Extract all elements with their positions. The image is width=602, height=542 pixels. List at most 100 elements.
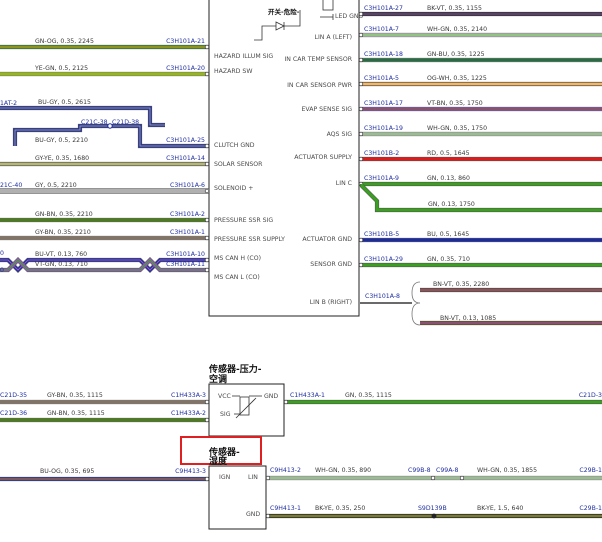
right-wire-label: BK-VT, 0.35, 1155 xyxy=(427,5,482,12)
humidity-gnd-splice: S9D139B xyxy=(418,505,447,512)
wire-terminal xyxy=(459,475,465,481)
right-wire-label: OG-WH, 0.35, 1225 xyxy=(427,75,487,82)
pressure-sensor-title1: 传感器-压力- xyxy=(208,363,262,375)
left-wire-pin: C3H101A-10 xyxy=(166,251,205,258)
wire-terminal xyxy=(204,44,210,50)
splice-dot xyxy=(431,513,437,519)
humidity-left-label: BU-OG, 0.35, 695 xyxy=(40,468,94,475)
module-right-pin-name: LIN B (RIGHT) xyxy=(310,299,352,306)
module-left-pin-name: MS CAN H (CO) xyxy=(214,255,261,262)
pressure-left-conn: C21D-35 xyxy=(0,392,27,399)
module-left-pin-name: HAZARD ILLUM SIG xyxy=(214,53,273,60)
humidity-wires: BU-OG, 0.35, 695 C9H413-3 C9H413-2 WH-GN, 0… xyxy=(0,467,602,519)
pressure-left-label: GN-BN, 0.35, 1115 xyxy=(47,410,105,417)
left-wire-label: GY-BN, 0.35, 2210 xyxy=(35,229,91,236)
wire-terminal xyxy=(204,235,210,241)
wire-terminal xyxy=(204,399,210,405)
pressure-right-end: C21D-3 xyxy=(579,392,602,399)
module-right-pin-name: LIN A (LEFT) xyxy=(315,34,352,41)
wire-terminal xyxy=(204,143,210,149)
module-left-pin-name: SOLAR SENSOR xyxy=(214,161,263,168)
module-right-pin-name: ACTUATOR GND xyxy=(302,236,352,243)
conn-c21c38: C21C-38 xyxy=(81,119,108,126)
pressure-right-label: GN, 0.35, 1115 xyxy=(345,392,392,399)
module-right-pin-name: EVAP SENSE SIG xyxy=(302,106,353,113)
humidity-sensor-title2: 湿度 xyxy=(209,455,228,467)
left-wire-label: GN-BN, 0.35, 2210 xyxy=(35,211,93,218)
right-wire-pin: C3H101A-8 xyxy=(365,293,400,300)
humidity-lin-label1: WH-GN, 0.35, 890 xyxy=(315,467,371,474)
left-wire-label: GY-YE, 0.35, 1680 xyxy=(35,155,89,162)
right-wire-label: RD, 0.5, 1645 xyxy=(427,150,470,157)
left-wire-label: YE-GN, 0.5, 2125 xyxy=(34,65,88,72)
right-wire-label: GN, 0.35, 710 xyxy=(427,256,470,263)
right-wire-pin: C3H101B-5 xyxy=(364,231,399,238)
left-wires: GN-OG, 0.35, 2245 C3H101A-21 YE-GN, 0.5, 2… xyxy=(0,38,210,273)
humidity-lin-conn-a: C99B-8 xyxy=(408,467,431,474)
right-wire-label: GN-BU, 0.35, 1225 xyxy=(427,51,485,58)
wire-terminal xyxy=(430,475,436,481)
humidity-lin-conn-b: C99A-8 xyxy=(436,467,459,474)
wire-terminal xyxy=(265,513,271,519)
wire-terminal xyxy=(204,217,210,223)
hazard-switch-icon xyxy=(322,0,334,11)
right-wire-label: GN, 0.13, 860 xyxy=(427,175,470,182)
pressure-left-label: GY-BN, 0.35, 1115 xyxy=(47,392,103,399)
wire-terminal xyxy=(204,417,210,423)
pressure-left-pin: C1H433A-3 xyxy=(171,392,206,399)
right-wire-label: BU, 0.5, 1645 xyxy=(427,231,469,238)
pressure-pin-vcc: VCC xyxy=(218,393,231,400)
left-wire-label: BU-GY, 0.5, 2210 xyxy=(35,137,88,144)
humidity-gnd-end: C29B-1 xyxy=(579,505,602,512)
right-wire-bracket xyxy=(411,281,421,326)
conn-21c40: 21C-40 xyxy=(0,182,22,189)
pressure-left-pin: C1H433A-2 xyxy=(171,410,206,417)
wire-terminal xyxy=(204,476,210,482)
left-wire-pin: C3H101A-1 xyxy=(170,229,205,236)
left-wire-pin: C3H101A-25 xyxy=(166,137,205,144)
humidity-pin-ign: IGN xyxy=(219,474,231,481)
pressure-wires: C21D-35 GY-BN, 0.35, 1115 C1H433A-3 C21D-36… xyxy=(0,392,602,423)
module-right-pin-name: SENSOR GND xyxy=(310,261,352,268)
pressure-left-conn: C21D-36 xyxy=(0,410,27,417)
humidity-gnd-pin: C9H413-1 xyxy=(270,505,301,512)
hazard-switch-label: 开关-危险- xyxy=(268,7,300,16)
conn-c21d38: C21D-38 xyxy=(112,119,139,126)
module-left-pin-name: PRESSURE SSR SIG xyxy=(214,217,273,224)
wire-terminal xyxy=(358,32,364,38)
left-wire-label: VT-GN, 0.13, 710 xyxy=(35,261,88,268)
left-wire-pin: C3H101A-20 xyxy=(166,65,205,72)
module-left-pin-name: SOLENOID + xyxy=(214,185,253,192)
right-wire-pin: C3H101A-9 xyxy=(364,175,399,182)
wire-terminal xyxy=(358,106,364,112)
wiring-diagram-canvas: 开关-危险- LED GND HAZARD ILLUM SIGHAZARD SW… xyxy=(0,0,602,530)
right-wire-label: WH-GN, 0.35, 1750 xyxy=(427,125,487,132)
wire-terminal xyxy=(358,81,364,87)
module-right-pin-name: IN CAR TEMP SENSOR xyxy=(284,56,352,63)
wire-terminal xyxy=(358,11,364,17)
pressure-pin-gnd: GND xyxy=(264,393,278,400)
right-wire xyxy=(359,184,602,213)
module-right-pin-name: LIN C xyxy=(336,180,352,187)
pressure-sensor-title2: 空调 xyxy=(209,373,227,385)
wiring-diagram: 开关-危险- LED GND HAZARD ILLUM SIG HAZARD SW… xyxy=(0,0,602,542)
right-wire-pin: C3H101A-27 xyxy=(364,5,403,12)
wire-terminal xyxy=(358,262,364,268)
left-wire-label: BU-VT, 0.13, 760 xyxy=(35,251,87,258)
wire-terminal xyxy=(358,131,364,137)
wire-terminal xyxy=(204,257,210,263)
right-wire-pin: C3H101A-29 xyxy=(364,256,403,263)
right-wire-pin: C3H101A-18 xyxy=(364,51,403,58)
left-wire-label: GY, 0.5, 2210 xyxy=(35,182,77,189)
humidity-lin-end: C29B-1 xyxy=(579,467,602,474)
wire-terminal xyxy=(283,399,289,405)
right-wire-pin: C3H101A-19 xyxy=(364,125,403,132)
humidity-pin-lin: LIN xyxy=(248,474,258,481)
module-right-pin-name: ACTUATOR SUPPLY xyxy=(294,154,352,161)
right-wire-label: WH-GN, 0.35, 2140 xyxy=(427,26,487,33)
conn-frag-a: 0 xyxy=(0,250,4,257)
module-left-pin-name: MS CAN L (CO) xyxy=(214,274,260,281)
wire-terminal xyxy=(204,71,210,77)
left-wire-pin: C3H101A-11 xyxy=(166,261,205,268)
pressure-pin-sig: SIG xyxy=(220,411,231,418)
